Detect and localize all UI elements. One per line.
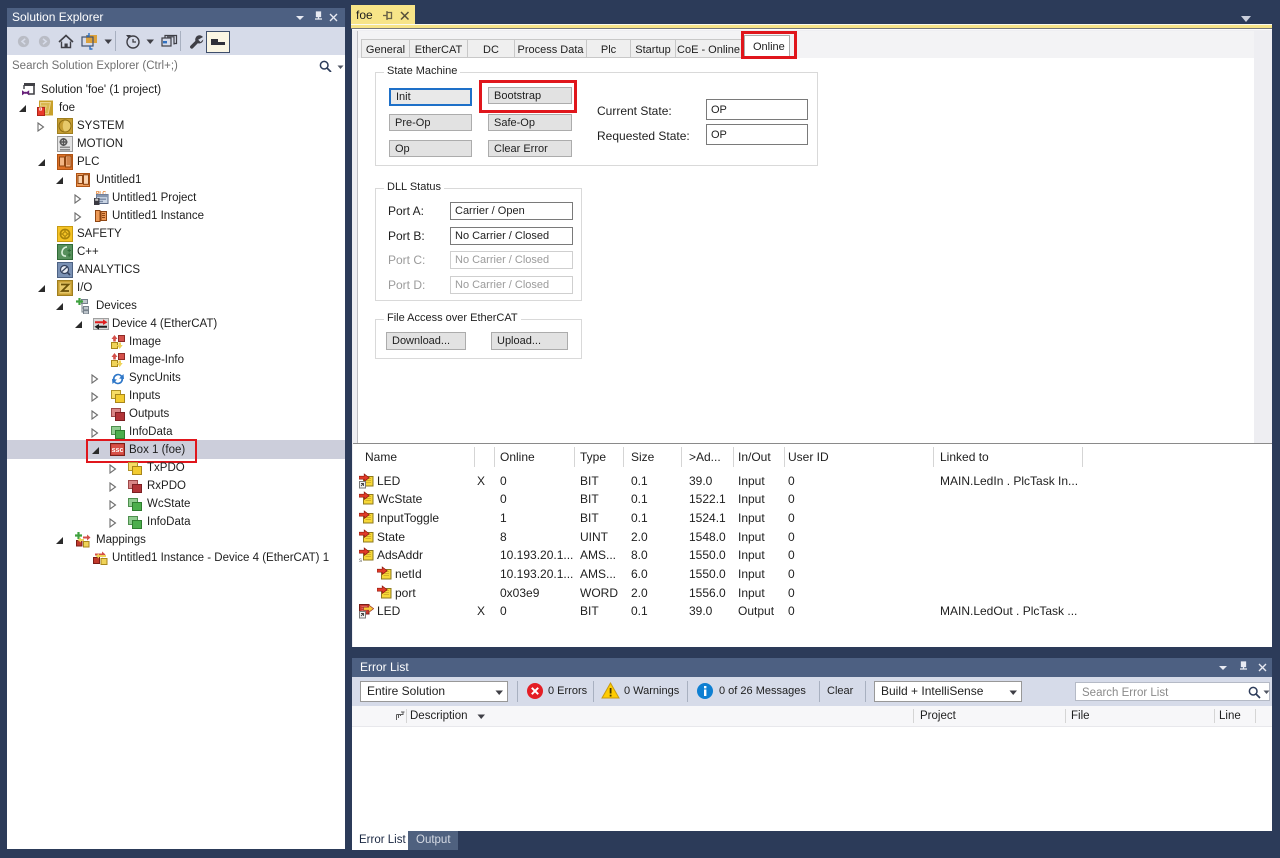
svg-text:s: s [359, 558, 362, 563]
